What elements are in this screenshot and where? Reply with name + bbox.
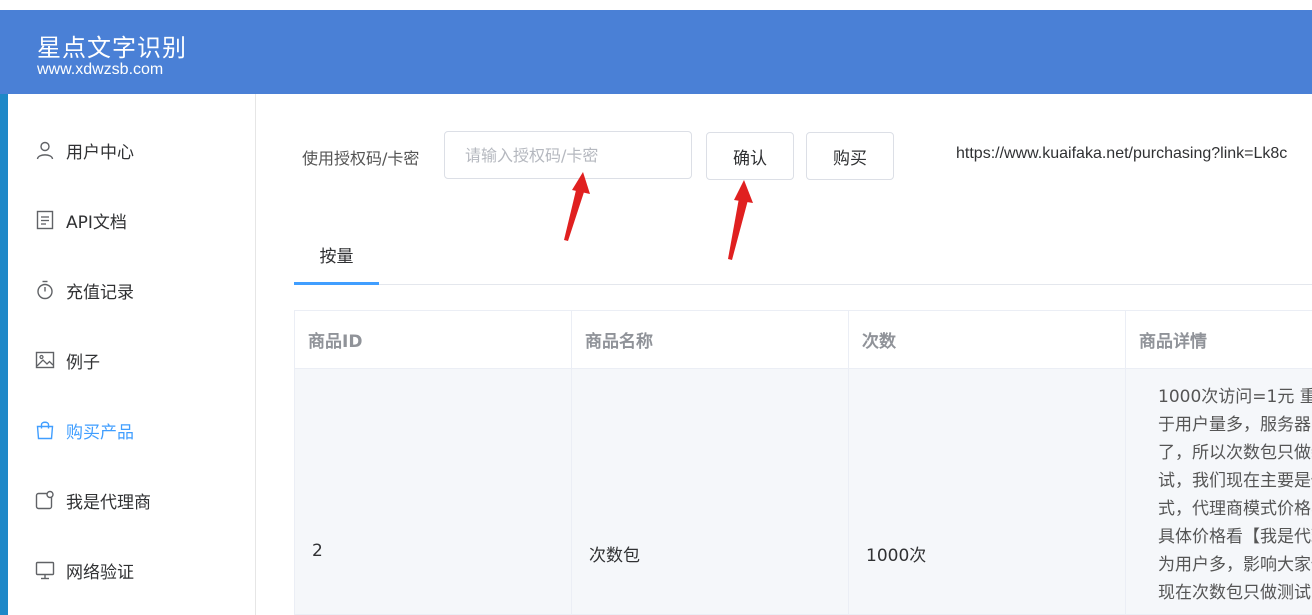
window-top-strip: [0, 0, 1312, 10]
buy-button[interactable]: 购买: [806, 132, 894, 180]
cell-detail: 1000次访问=1元 重要 于用户量多，服务器已 了，所以次数包只做新 试，我们…: [1141, 369, 1312, 614]
detail-line: 1000次访问=1元 重要: [1158, 387, 1312, 407]
sidebar-item-label: 充值记录: [66, 283, 134, 303]
sidebar-item-recharge-records[interactable]: 充值记录: [8, 262, 255, 318]
column-header-id: 商品ID: [295, 311, 572, 369]
stopwatch-icon: [37, 280, 53, 300]
column-header-detail: 商品详情: [1126, 311, 1312, 369]
annotation-arrow-icon: [728, 180, 753, 260]
sidebar-item-label: API文档: [66, 213, 127, 233]
sidebar-item-api-docs[interactable]: API文档: [8, 192, 255, 248]
sidebar-item-label: 网络验证: [66, 563, 134, 583]
shopping-bag-icon: [36, 421, 54, 440]
detail-line: 具体价格看【我是代理: [1158, 527, 1312, 547]
sidebar: 用户中心 API文档 充值记录 例子 购买产品 我是代理商 网络验证: [8, 94, 256, 615]
products-table: 商品ID 商品名称 次数 商品详情 2 次数包 1000次 1000次访问=1元…: [294, 310, 1312, 615]
app-header: 星点文字识别 www.xdwzsb.com: [0, 10, 1312, 94]
agent-icon: [35, 490, 54, 510]
auth-code-label: 使用授权码/卡密: [302, 149, 420, 168]
detail-line: 为用户多，影响大家使: [1158, 555, 1312, 575]
image-icon: [35, 351, 55, 369]
confirm-button[interactable]: 确认: [706, 132, 794, 180]
sidebar-item-label: 用户中心: [66, 143, 134, 163]
detail-line: 于用户量多，服务器已: [1158, 415, 1312, 435]
sidebar-item-label: 我是代理商: [66, 493, 151, 513]
cell-count: 1000次: [849, 369, 1126, 614]
sidebar-item-examples[interactable]: 例子: [8, 332, 255, 388]
cell-count-value: 1000次: [866, 546, 927, 566]
tab-label: 按量: [319, 246, 354, 267]
tab-by-quantity[interactable]: 按量: [294, 224, 379, 285]
detail-line: 式，代理商模式价格非: [1158, 499, 1312, 519]
document-icon: [36, 210, 54, 230]
background-window-edge: [0, 94, 8, 615]
column-header-name: 商品名称: [572, 311, 849, 369]
cell-detail-text: 1000次访问=1元 重要 于用户量多，服务器已 了，所以次数包只做新 试，我们…: [1158, 383, 1312, 607]
sidebar-item-label: 购买产品: [66, 423, 134, 443]
annotation-arrow-icon: [564, 172, 590, 241]
sidebar-item-user-center[interactable]: 用户中心: [8, 122, 255, 178]
main-content: 使用授权码/卡密 确认 购买 https://www.kuaifaka.net/…: [256, 94, 1312, 615]
cell-name-value: 次数包: [589, 546, 640, 566]
brand-title: 星点文字识别: [37, 34, 187, 62]
cell-id: 2: [295, 369, 572, 614]
cell-id-value: 2: [312, 541, 323, 561]
detail-line: 现在次数包只做测试,: [1158, 583, 1312, 603]
brand-url[interactable]: www.xdwzsb.com: [37, 61, 163, 79]
user-icon: [36, 141, 54, 160]
purchase-link[interactable]: https://www.kuaifaka.net/purchasing?link…: [956, 145, 1312, 163]
sidebar-item-label: 例子: [66, 353, 100, 373]
tab-bar: 按量: [294, 224, 1312, 285]
active-tab-indicator: [294, 282, 379, 285]
detail-line: 试，我们现在主要是做: [1158, 471, 1312, 491]
sidebar-item-buy-products[interactable]: 购买产品: [8, 402, 255, 458]
detail-line: 了，所以次数包只做新: [1158, 443, 1312, 463]
sidebar-item-agent[interactable]: 我是代理商: [8, 472, 255, 528]
cell-name: 次数包: [572, 369, 849, 614]
column-header-count: 次数: [849, 311, 1126, 369]
monitor-icon: [35, 561, 55, 580]
sidebar-item-network-verify[interactable]: 网络验证: [8, 542, 255, 598]
